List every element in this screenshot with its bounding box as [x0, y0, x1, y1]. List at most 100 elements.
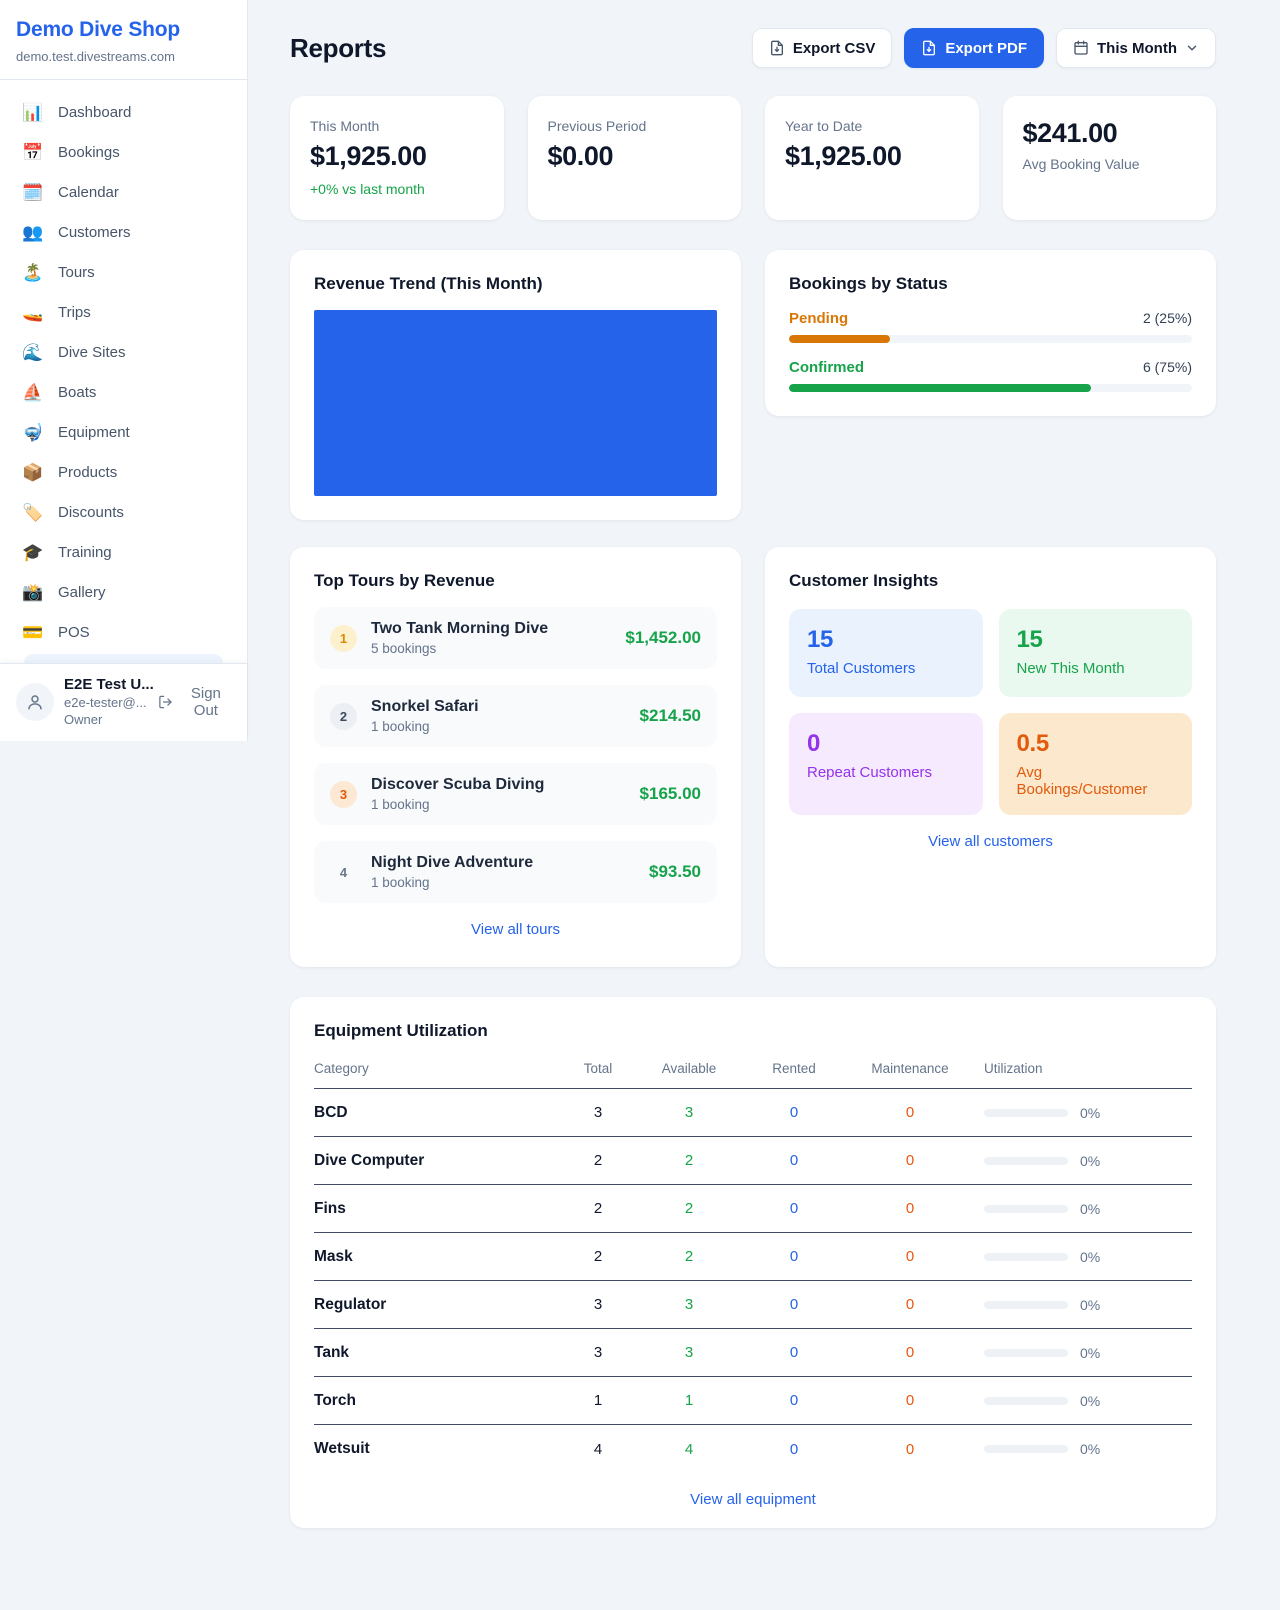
utilization-bar — [984, 1205, 1068, 1213]
sidebar-item-dashboard[interactable]: 📊 Dashboard — [12, 94, 235, 131]
stat-card-this-month: This Month $1,925.00 +0% vs last month — [290, 96, 504, 220]
export-pdf-label: Export PDF — [945, 40, 1027, 57]
calendar-date-icon: 📅 — [22, 144, 44, 161]
sidebar-item-label: Products — [58, 464, 117, 481]
utilization-bar — [984, 1301, 1068, 1309]
cell-available: 1 — [634, 1392, 744, 1409]
sidebar-item-dive-sites[interactable]: 🌊 Dive Sites — [12, 334, 235, 371]
user-name: E2E Test U... — [64, 676, 148, 693]
tour-bookings: 1 booking — [371, 875, 533, 890]
avatar — [16, 683, 54, 721]
export-csv-button[interactable]: Export CSV — [752, 28, 893, 68]
stats-row: This Month $1,925.00 +0% vs last month P… — [290, 96, 1216, 220]
status-count: 6 (75%) — [1143, 359, 1192, 375]
file-download-icon — [921, 40, 937, 56]
sidebar-item-equipment[interactable]: 🤿 Equipment — [12, 414, 235, 451]
sidebar-item-label: Discounts — [58, 504, 124, 521]
status-bar-fill-1 — [789, 384, 1091, 392]
cell-utilization: 0% — [976, 1105, 1192, 1121]
person-icon — [26, 693, 44, 711]
table-row: Regulator 3 3 0 0 0% — [314, 1281, 1192, 1329]
status-row-pending: Pending 2 (25%) — [789, 310, 1192, 343]
cell-maintenance: 0 — [844, 1344, 976, 1361]
view-all-customers-link[interactable]: View all customers — [789, 833, 1192, 850]
sidebar-item-bookings[interactable]: 📅 Bookings — [12, 134, 235, 171]
sidebar-item-discounts[interactable]: 🏷️ Discounts — [12, 494, 235, 531]
cell-available: 3 — [634, 1104, 744, 1121]
cell-maintenance: 0 — [844, 1441, 976, 1458]
insight-value: 15 — [807, 626, 965, 654]
revenue-trend-title: Revenue Trend (This Month) — [314, 274, 717, 294]
utilization-percent: 0% — [1080, 1153, 1100, 1169]
table-row: Wetsuit 4 4 0 0 0% — [314, 1425, 1192, 1473]
cell-utilization: 0% — [976, 1153, 1192, 1169]
insights-row: Top Tours by Revenue 1 Two Tank Morning … — [290, 547, 1216, 967]
cell-available: 4 — [634, 1441, 744, 1458]
cell-category: Dive Computer — [314, 1152, 562, 1170]
file-download-icon — [769, 40, 785, 56]
sidebar-item-tours[interactable]: 🏝️ Tours — [12, 254, 235, 291]
utilization-bar — [984, 1349, 1068, 1357]
page-header: Reports Export CSV Export PDF This Month — [290, 28, 1216, 68]
cell-category: BCD — [314, 1104, 562, 1122]
sidebar-item-label: Boats — [58, 384, 96, 401]
sidebar-item-pos[interactable]: 💳 POS — [12, 614, 235, 651]
sidebar-item-products[interactable]: 📦 Products — [12, 454, 235, 491]
cell-category: Fins — [314, 1200, 562, 1218]
sidebar-item-boats[interactable]: ⛵ Boats — [12, 374, 235, 411]
view-all-equipment-link[interactable]: View all equipment — [314, 1491, 1192, 1508]
period-selector[interactable]: This Month — [1056, 28, 1216, 68]
table-header: Category Total Available Rented Maintena… — [314, 1061, 1192, 1089]
utilization-percent: 0% — [1080, 1105, 1100, 1121]
insight-value: 0.5 — [1017, 730, 1175, 758]
cell-utilization: 0% — [976, 1201, 1192, 1217]
utilization-bar — [984, 1157, 1068, 1165]
stat-value: $1,925.00 — [785, 141, 959, 172]
view-all-tours-link[interactable]: View all tours — [314, 921, 717, 938]
utilization-bar — [984, 1397, 1068, 1405]
insight-grid: 15 Total Customers 15 New This Month 0 R… — [789, 609, 1192, 815]
tour-revenue: $214.50 — [640, 706, 701, 726]
cell-utilization: 0% — [976, 1297, 1192, 1313]
cell-category: Mask — [314, 1248, 562, 1266]
cell-rented: 0 — [744, 1152, 844, 1169]
equipment-table: Category Total Available Rented Maintena… — [314, 1061, 1192, 1473]
sidebar: Demo Dive Shop demo.test.divestreams.com… — [0, 0, 248, 741]
sign-out-button[interactable]: Sign Out — [158, 685, 233, 719]
rank-badge: 4 — [330, 859, 357, 886]
sidebar-item-customers[interactable]: 👥 Customers — [12, 214, 235, 251]
utilization-percent: 0% — [1080, 1201, 1100, 1217]
tour-bookings: 1 booking — [371, 797, 544, 812]
sidebar-item-gallery[interactable]: 📸 Gallery — [12, 574, 235, 611]
cell-available: 3 — [634, 1344, 744, 1361]
charts-row: Revenue Trend (This Month) Bookings by S… — [290, 250, 1216, 520]
insight-label: Avg Bookings/Customer — [1017, 764, 1175, 798]
insight-label: Total Customers — [807, 660, 965, 677]
stat-card-year-to-date: Year to Date $1,925.00 — [765, 96, 979, 220]
cell-maintenance: 0 — [844, 1104, 976, 1121]
sidebar-item-label: Dive Sites — [58, 344, 126, 361]
sidebar-item-reports-partial[interactable] — [24, 654, 223, 663]
cell-total: 2 — [562, 1152, 634, 1169]
cell-maintenance: 0 — [844, 1200, 976, 1217]
export-pdf-button[interactable]: Export PDF — [904, 28, 1044, 68]
column-header-maintenance: Maintenance — [844, 1061, 976, 1076]
cell-total: 2 — [562, 1200, 634, 1217]
stat-value: $0.00 — [548, 141, 722, 172]
cell-total: 3 — [562, 1104, 634, 1121]
sidebar-item-trips[interactable]: 🚤 Trips — [12, 294, 235, 331]
stat-label: This Month — [310, 118, 484, 134]
top-tours-card: Top Tours by Revenue 1 Two Tank Morning … — [290, 547, 741, 967]
cell-total: 4 — [562, 1441, 634, 1458]
credit-card-icon: 💳 — [22, 624, 44, 641]
cell-rented: 0 — [744, 1344, 844, 1361]
cell-available: 3 — [634, 1296, 744, 1313]
sidebar-item-training[interactable]: 🎓 Training — [12, 534, 235, 571]
sidebar-item-calendar[interactable]: 🗓️ Calendar — [12, 174, 235, 211]
utilization-percent: 0% — [1080, 1249, 1100, 1265]
status-bar-track — [789, 384, 1192, 392]
tour-name: Night Dive Adventure — [371, 854, 533, 872]
column-header-category: Category — [314, 1061, 562, 1076]
tour-name: Snorkel Safari — [371, 698, 479, 716]
stat-card-previous-period: Previous Period $0.00 — [528, 96, 742, 220]
